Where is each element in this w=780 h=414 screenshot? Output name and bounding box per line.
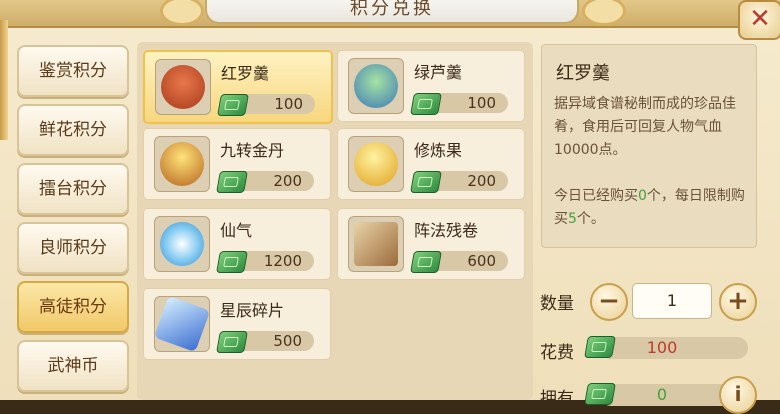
item-price: 1200	[263, 252, 302, 270]
golden-fruit-icon	[354, 142, 398, 186]
item-price: 500	[273, 332, 302, 350]
limit-prefix: 今日已经购买	[554, 188, 638, 204]
item-icon-frame	[154, 136, 210, 192]
cost-label: 花费	[540, 343, 574, 363]
jade-currency-icon	[410, 93, 442, 115]
tab-mentor-points[interactable]: 良师积分	[17, 222, 129, 274]
tab-war-god-coins[interactable]: 武神币	[17, 340, 129, 392]
item-name: 九转金丹	[220, 141, 285, 160]
soup-bowl-red-icon	[161, 65, 205, 109]
item-icon-frame	[348, 136, 404, 192]
jade-currency-icon	[216, 331, 248, 353]
item-card-jiuzhuanjindan[interactable]: 九转金丹 200	[143, 128, 331, 200]
item-price: 600	[467, 252, 496, 270]
own-label: 拥有	[540, 389, 574, 409]
jade-currency-icon	[216, 251, 248, 273]
cost-bar: 100	[600, 337, 748, 359]
soup-bowl-green-icon	[354, 64, 398, 108]
item-price: 200	[467, 172, 496, 190]
tab-apprentice-points[interactable]: 高徒积分	[17, 281, 129, 333]
window-title: 积分兑换	[350, 0, 434, 19]
item-price: 100	[467, 94, 496, 112]
jade-currency-icon	[217, 94, 249, 116]
quantity-label: 数量	[540, 294, 574, 314]
item-card-xiulianguo[interactable]: 修炼果 200	[337, 128, 525, 200]
item-icon-frame	[348, 58, 404, 114]
item-card-xingchensuipian[interactable]: 星辰碎片 500	[143, 288, 331, 360]
jade-currency-icon	[584, 383, 616, 405]
item-price: 200	[273, 172, 302, 190]
bought-count: 0	[638, 188, 647, 204]
own-value: 0	[656, 385, 668, 404]
item-name: 绿芦羹	[414, 63, 463, 82]
item-name: 红罗羹	[221, 64, 270, 83]
purchase-limit-text: 今日已经购买0个，每日限制购买5个。	[554, 185, 748, 231]
decrease-quantity-button[interactable]: −	[590, 283, 628, 321]
tab-appraisal-points[interactable]: 鉴赏积分	[17, 45, 129, 97]
item-icon-frame	[155, 59, 211, 115]
item-icon-frame	[153, 295, 211, 353]
golden-pill-icon	[160, 142, 204, 186]
item-icon-frame	[348, 216, 404, 272]
detail-description-block: 据异域食谱秘制而成的珍品佳肴，食用后可回复人物气血10000点。 今日已经购买0…	[554, 93, 748, 231]
daily-limit: 5	[568, 211, 577, 227]
item-name: 阵法残卷	[414, 221, 479, 240]
jade-currency-icon	[216, 171, 248, 193]
limit-suffix: 个。	[576, 211, 605, 227]
tassel-ornament	[0, 20, 8, 140]
item-card-xianqi[interactable]: 仙气 1200	[143, 208, 331, 280]
jade-currency-icon	[410, 251, 442, 273]
title-plate: 积分兑换	[205, 0, 579, 24]
tab-flower-points[interactable]: 鲜花积分	[17, 104, 129, 156]
cost-value: 100	[646, 338, 678, 357]
detail-description: 据异域食谱秘制而成的珍品佳肴，食用后可回复人物气血10000点。	[554, 96, 736, 158]
quantity-input[interactable]: 1	[632, 283, 712, 319]
item-detail-panel: 红罗羹 据异域食谱秘制而成的珍品佳肴，食用后可回复人物气血10000点。 今日已…	[541, 44, 757, 248]
item-name: 修炼果	[414, 141, 463, 160]
close-button[interactable]: ✕	[738, 0, 780, 40]
increase-quantity-button[interactable]: +	[719, 283, 757, 321]
item-card-zhenfacanjuan[interactable]: 阵法残卷 600	[337, 208, 525, 280]
tab-arena-points[interactable]: 擂台积分	[17, 163, 129, 215]
jade-currency-icon	[410, 171, 442, 193]
scroll-icon	[354, 222, 398, 266]
jade-currency-icon	[584, 336, 616, 358]
item-price: 100	[274, 95, 303, 113]
spirit-orb-icon	[160, 222, 204, 266]
info-button[interactable]: i	[719, 376, 757, 414]
item-card-lvlugeng[interactable]: 绿芦羹 100	[337, 50, 525, 122]
item-card-hongluogeng[interactable]: 红罗羹 100	[143, 50, 333, 124]
crystal-shard-icon	[153, 295, 211, 353]
item-icon-frame	[154, 216, 210, 272]
item-name: 星辰碎片	[220, 301, 285, 320]
detail-item-name: 红罗羹	[556, 63, 610, 84]
item-name: 仙气	[220, 221, 253, 240]
